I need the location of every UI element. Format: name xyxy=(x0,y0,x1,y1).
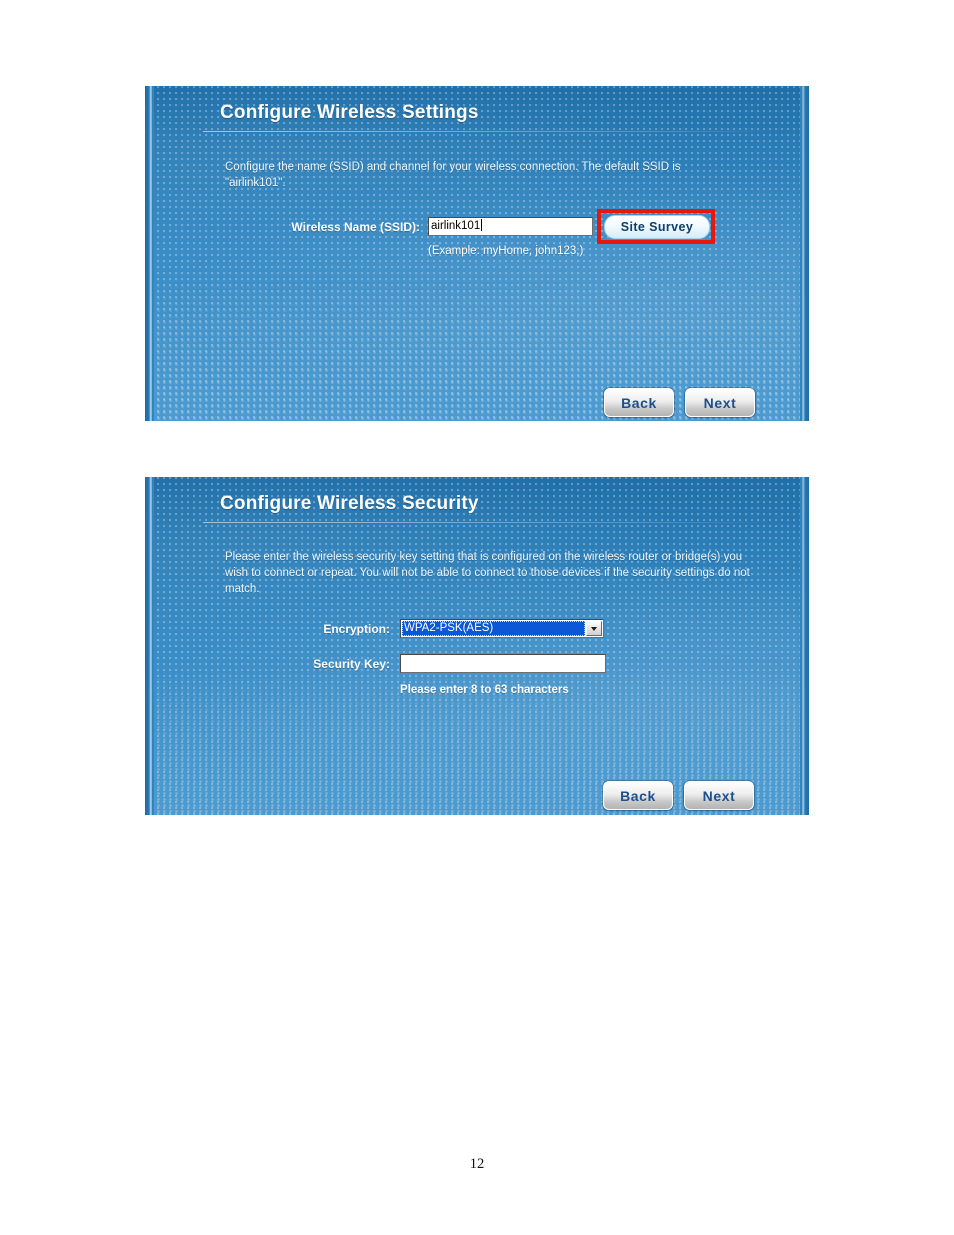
encryption-field-row: Encryption: WPA2-PSK(AES) xyxy=(245,619,604,638)
ssid-label: Wireless Name (SSID): xyxy=(291,219,420,234)
next-button[interactable]: Next xyxy=(684,781,754,810)
ssid-field-row: Wireless Name (SSID): airlink101 xyxy=(245,217,593,236)
page-title: Configure Wireless Security xyxy=(220,493,479,514)
title-divider xyxy=(203,522,769,523)
ssid-input-value: airlink101 xyxy=(431,220,481,232)
security-key-field-row: Security Key: xyxy=(245,654,606,673)
title-divider xyxy=(203,131,769,132)
encryption-label: Encryption: xyxy=(323,621,390,636)
security-key-label: Security Key: xyxy=(313,656,390,671)
encryption-select[interactable]: WPA2-PSK(AES) xyxy=(400,619,604,638)
panel-description: Please enter the wireless security key s… xyxy=(225,551,750,595)
ssid-example-hint: (Example: myHome, john123,) xyxy=(428,245,584,257)
next-button[interactable]: Next xyxy=(685,388,755,417)
encryption-select-value: WPA2-PSK(AES) xyxy=(402,621,585,636)
chevron-down-icon[interactable] xyxy=(586,621,602,636)
site-survey-button[interactable]: Site Survey xyxy=(604,215,710,239)
wizard-panel-wireless-security: Configure Wireless Security Please enter… xyxy=(145,477,809,815)
page-title: Configure Wireless Settings xyxy=(220,102,479,123)
page-number: 12 xyxy=(469,1156,485,1172)
back-button[interactable]: Back xyxy=(603,781,673,810)
ssid-input[interactable]: airlink101 xyxy=(428,217,593,236)
wizard-panel-wireless-settings: Configure Wireless Settings Configure th… xyxy=(145,86,809,421)
security-key-input[interactable] xyxy=(400,654,606,673)
text-caret xyxy=(481,219,483,231)
back-button[interactable]: Back xyxy=(604,388,674,417)
panel-description: Configure the name (SSID) and channel fo… xyxy=(225,161,681,189)
security-key-hint: Please enter 8 to 63 characters xyxy=(400,684,569,696)
